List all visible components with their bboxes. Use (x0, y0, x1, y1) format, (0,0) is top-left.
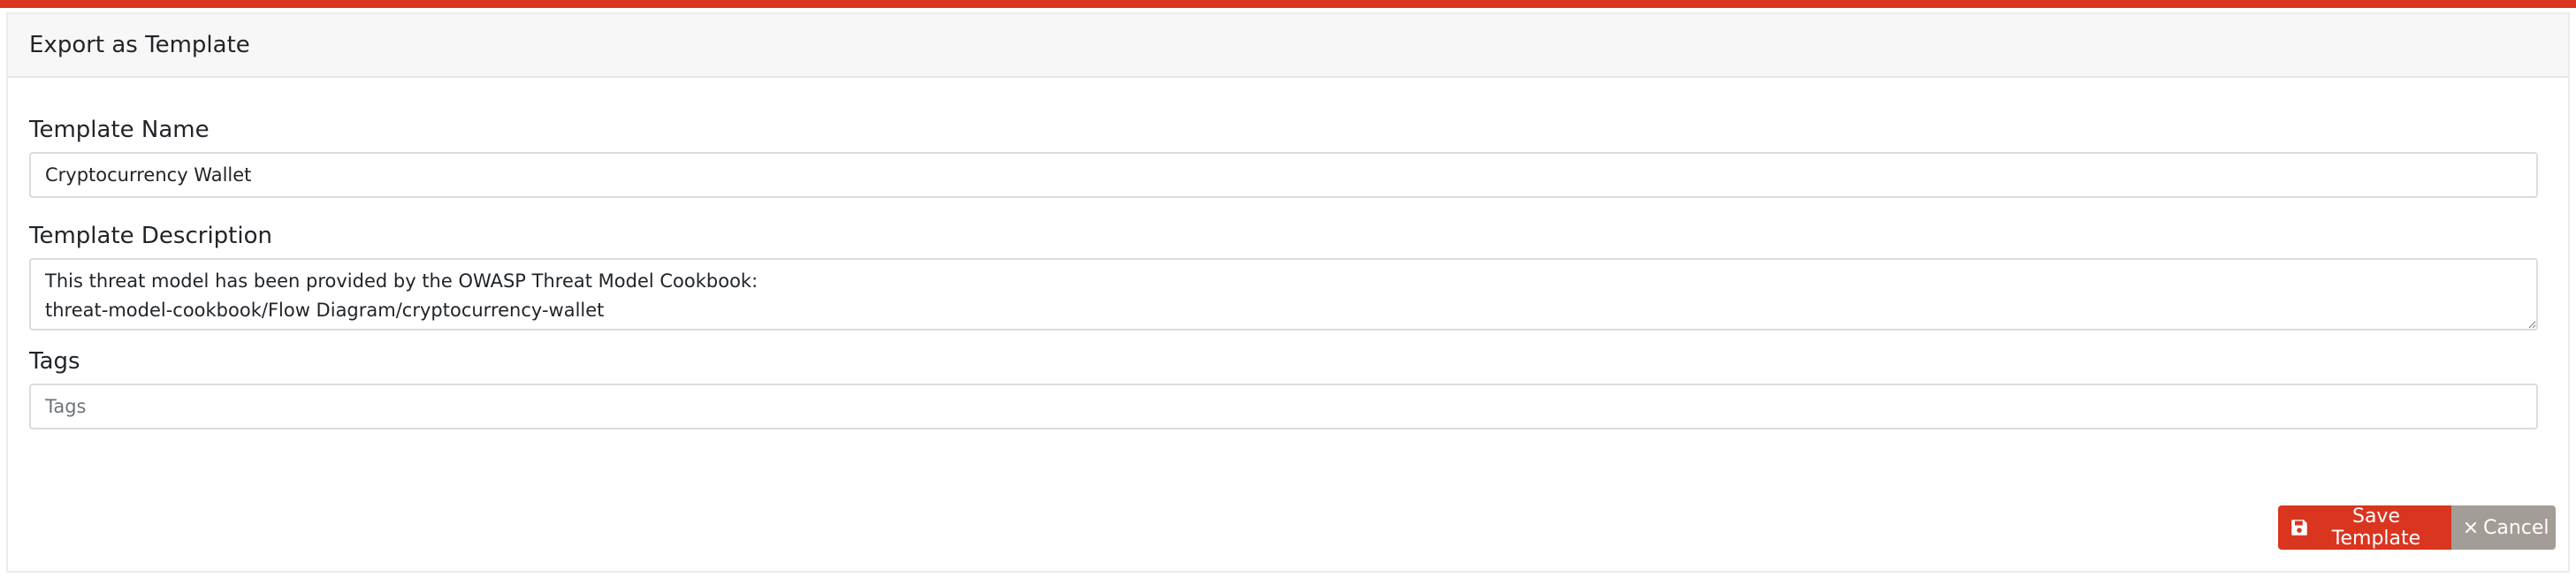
template-description-textarea[interactable]: This threat model has been provided by t… (29, 258, 2538, 330)
top-accent-bar (0, 0, 2576, 8)
dialog-title: Export as Template (29, 32, 250, 58)
save-template-label: Save Template (2331, 505, 2421, 550)
save-template-button[interactable]: Save Template (2278, 505, 2451, 550)
dialog-actions: Save Template Cancel (2278, 505, 2556, 550)
export-template-dialog: Export as Template Template Name Templat… (6, 12, 2570, 573)
cancel-button[interactable]: Cancel (2451, 505, 2556, 550)
template-name-label: Template Name (29, 117, 210, 143)
tags-input[interactable] (29, 384, 2538, 429)
cancel-label: Cancel (2483, 516, 2549, 539)
floppy-disk-icon (2290, 519, 2308, 536)
template-description-label: Template Description (29, 223, 272, 249)
template-name-input[interactable] (29, 152, 2538, 198)
close-icon (2464, 520, 2478, 535)
tags-label: Tags (29, 348, 80, 375)
dialog-header: Export as Template (8, 14, 2568, 78)
